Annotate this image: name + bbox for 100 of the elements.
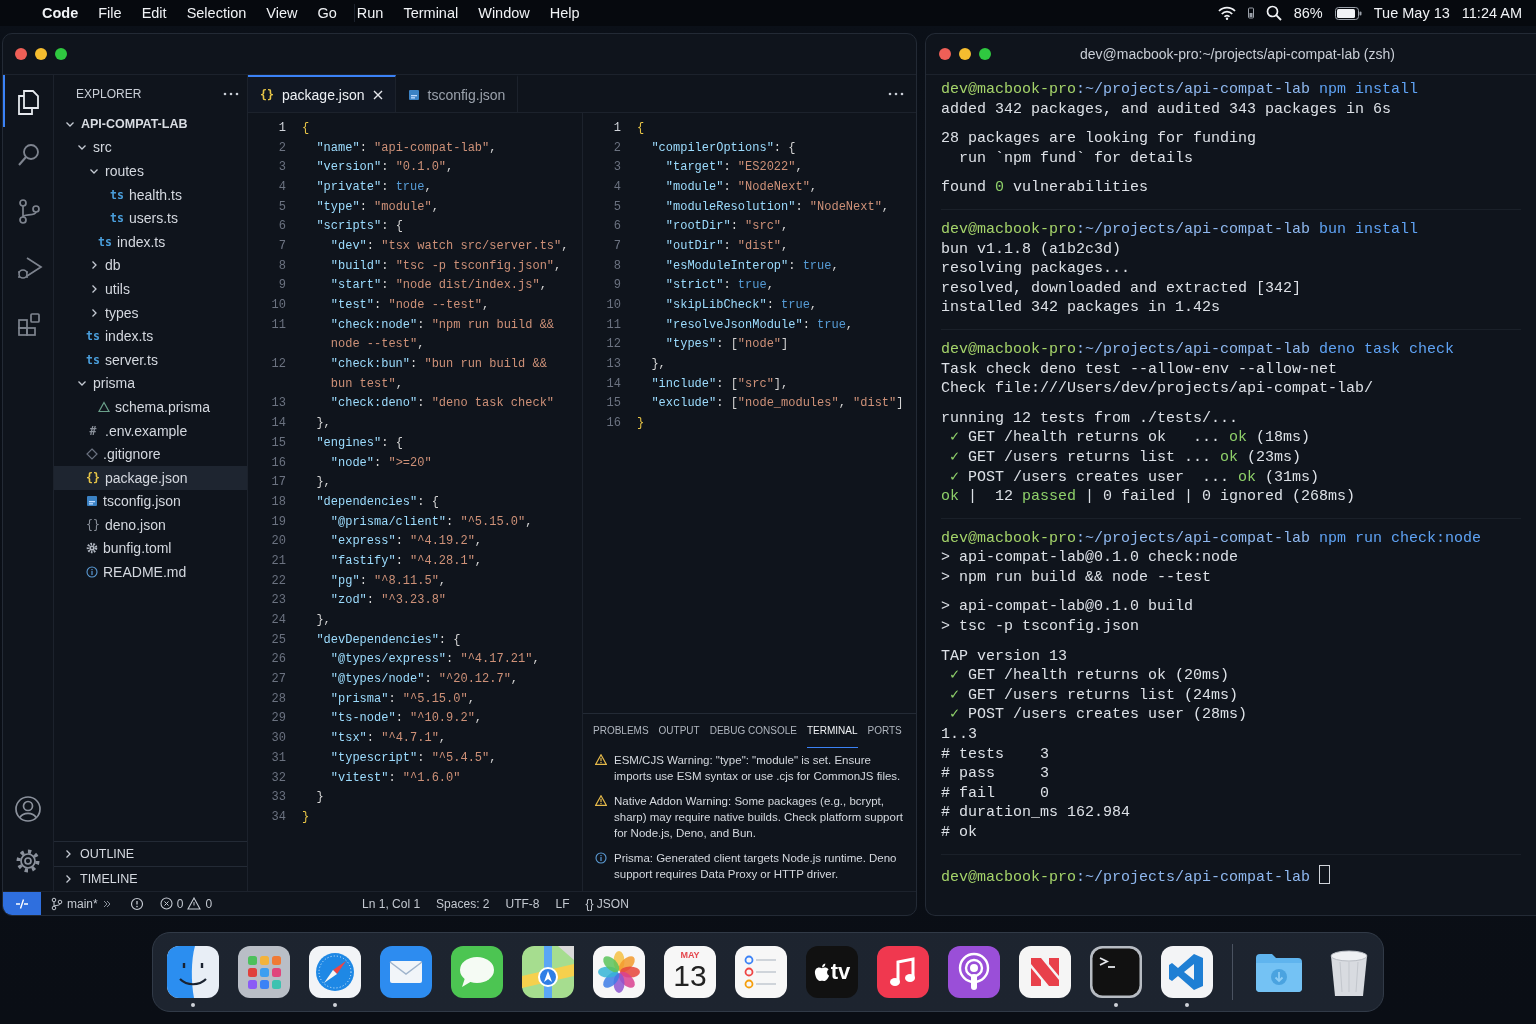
status-item[interactable]: {} JSON [585, 896, 629, 911]
explorer-entry[interactable]: {} deno.json [54, 513, 247, 537]
settings-icon[interactable] [14, 847, 42, 875]
menu-item[interactable]: Window [478, 5, 530, 21]
app-grid-icon[interactable] [238, 946, 290, 998]
problem-message[interactable]: Native Addon Warning: Some packages (e.g., bcrypt, sharp) may require native builds. Check platform support for Node.js, Deno, and Bun. [614, 793, 904, 841]
explorer-entry[interactable]: tsconfig.json [54, 489, 247, 514]
history-icon[interactable] [129, 896, 144, 911]
code-line: "test": "node --test", [329, 298, 490, 313]
zoom-button[interactable] [55, 48, 67, 60]
status-item[interactable]: UTF-8 [505, 896, 540, 911]
checklist-icon[interactable] [735, 946, 787, 998]
panel-tab[interactable]: TERMINAL [806, 714, 858, 748]
close-button[interactable] [939, 48, 951, 60]
more-icon[interactable] [888, 91, 904, 96]
menu-item[interactable]: Edit [141, 5, 167, 21]
panel-tab[interactable]: PORTS [867, 714, 902, 748]
code-editor-icon[interactable] [1161, 946, 1213, 998]
branch-button[interactable]: main* [51, 896, 112, 911]
line-number: 7 [612, 238, 622, 253]
explorer-entry[interactable]: ts health.ts [54, 182, 247, 207]
menu-date[interactable]: Tue May 13 [1373, 5, 1450, 21]
problem-message[interactable]: Prisma: Generated client targets Node.js runtime. Deno support requires Data Proxy or HTTP driver. [614, 850, 904, 882]
menu-item[interactable]: View [266, 5, 298, 21]
folder-item[interactable]: src [54, 135, 247, 160]
output-line: 1..3 [941, 725, 978, 745]
menu-item[interactable]: Go [317, 5, 337, 21]
close-button[interactable] [15, 48, 27, 60]
zoom-button[interactable] [979, 48, 991, 60]
line-number: 31 [270, 750, 287, 765]
wifi-icon[interactable] [1217, 6, 1236, 20]
news-icon[interactable] [1019, 946, 1071, 998]
map-icon[interactable] [522, 946, 574, 998]
output-line: Check file:///Users/dev/projects/api-compat-lab/ [941, 379, 1375, 399]
explorer-entry[interactable]: README.md [54, 560, 247, 584]
menu-item[interactable]: File [98, 5, 122, 21]
explorer-entry[interactable]: schema.prisma [54, 395, 247, 419]
output-line: > tsc -p tsconfig.json [941, 617, 1141, 637]
folder-item[interactable]: routes [54, 159, 247, 183]
compass-icon[interactable] [309, 946, 361, 998]
folder-item[interactable]: prisma [54, 371, 247, 396]
explorer-entry[interactable]: ts server.ts [54, 347, 247, 372]
output-line: running 12 tests from ./tests/... [941, 408, 1240, 429]
app-menu[interactable]: Code [42, 5, 79, 21]
code-line: "vitest": "^1.6.0" [329, 770, 461, 785]
finder-icon[interactable] [167, 946, 219, 998]
problem-message[interactable]: ESM/CJS Warning: "type": "module" is set. Ensure imports use ESM syntax or use .cjs for CommonJS files. [614, 752, 904, 784]
explorer-entry[interactable]: # .env.example [54, 418, 247, 443]
explorer-entry[interactable]: bunfig.toml [54, 536, 247, 561]
battery-icon[interactable] [1334, 6, 1362, 20]
status-item[interactable]: Ln 1, Col 1 [362, 896, 421, 911]
calendar-icon[interactable]: MAY 13 [664, 946, 716, 998]
account-icon[interactable] [14, 795, 42, 823]
code-line: "dev": "tsx watch src/server.ts", [329, 238, 569, 253]
folder-item[interactable]: types [54, 300, 247, 325]
panel-tab[interactable]: OUTPUT [658, 714, 700, 748]
explorer-entry[interactable]: {} package.json [54, 465, 247, 490]
envelope-icon[interactable] [380, 946, 432, 998]
panel-tab[interactable]: DEBUG CONSOLE [709, 714, 797, 748]
panel-tab[interactable]: PROBLEMS [593, 714, 649, 748]
tv-icon[interactable]: tv [806, 946, 858, 998]
folder-item[interactable]: API-COMPAT-LAB [54, 112, 247, 136]
explorer-entry[interactable]: ts index.ts [54, 229, 247, 254]
line-number: 24 [270, 613, 287, 628]
section-header[interactable]: TIMELINE [54, 866, 247, 891]
code-line: "type": "module", [315, 199, 439, 214]
folder-item[interactable]: db [54, 253, 247, 278]
terminal-icon[interactable] [1090, 946, 1142, 998]
more-icon[interactable] [223, 91, 239, 96]
code-line: "strict": true, [664, 278, 774, 293]
code-line: "@types/node": "^20.12.7", [329, 672, 519, 687]
close-icon[interactable] [372, 89, 383, 100]
explorer-entry[interactable]: .gitignore [54, 442, 247, 466]
music-note-icon[interactable] [877, 946, 929, 998]
problems-button[interactable]: 0 0 [159, 896, 213, 911]
editor-tab[interactable]: tsconfig.json [395, 75, 519, 112]
minimize-button[interactable] [959, 48, 971, 60]
status-item[interactable]: LF [555, 896, 570, 911]
battery-status-icon[interactable] [1247, 7, 1254, 19]
chat-bubble-icon[interactable] [451, 946, 503, 998]
line-number: 4 [612, 179, 622, 194]
minimize-button[interactable] [35, 48, 47, 60]
section-header[interactable]: OUTLINE [54, 841, 247, 866]
explorer-entry[interactable]: ts index.ts [54, 324, 247, 348]
status-item[interactable]: Spaces: 2 [436, 896, 490, 911]
line-number: 29 [270, 711, 287, 726]
search-icon[interactable] [1265, 5, 1282, 21]
menu-item[interactable]: Help [549, 5, 580, 21]
podcast-icon[interactable] [948, 946, 1000, 998]
menu-item[interactable]: Terminal [403, 5, 459, 21]
folder-item[interactable]: utils [54, 277, 247, 301]
explorer-entry[interactable]: ts users.ts [54, 206, 247, 230]
remote-button[interactable] [3, 892, 41, 915]
menu-clock[interactable]: 11:24 AM [1461, 5, 1522, 21]
line-number: 14 [605, 376, 622, 391]
menu-item[interactable]: Selection [186, 5, 247, 21]
editor-tab[interactable]: {} package.json [248, 75, 396, 112]
flower-icon[interactable] [593, 946, 645, 998]
output-line: ✓ GET /users returns list ... ok (23ms) [949, 447, 1303, 468]
menu-item[interactable]: Run [356, 5, 384, 21]
